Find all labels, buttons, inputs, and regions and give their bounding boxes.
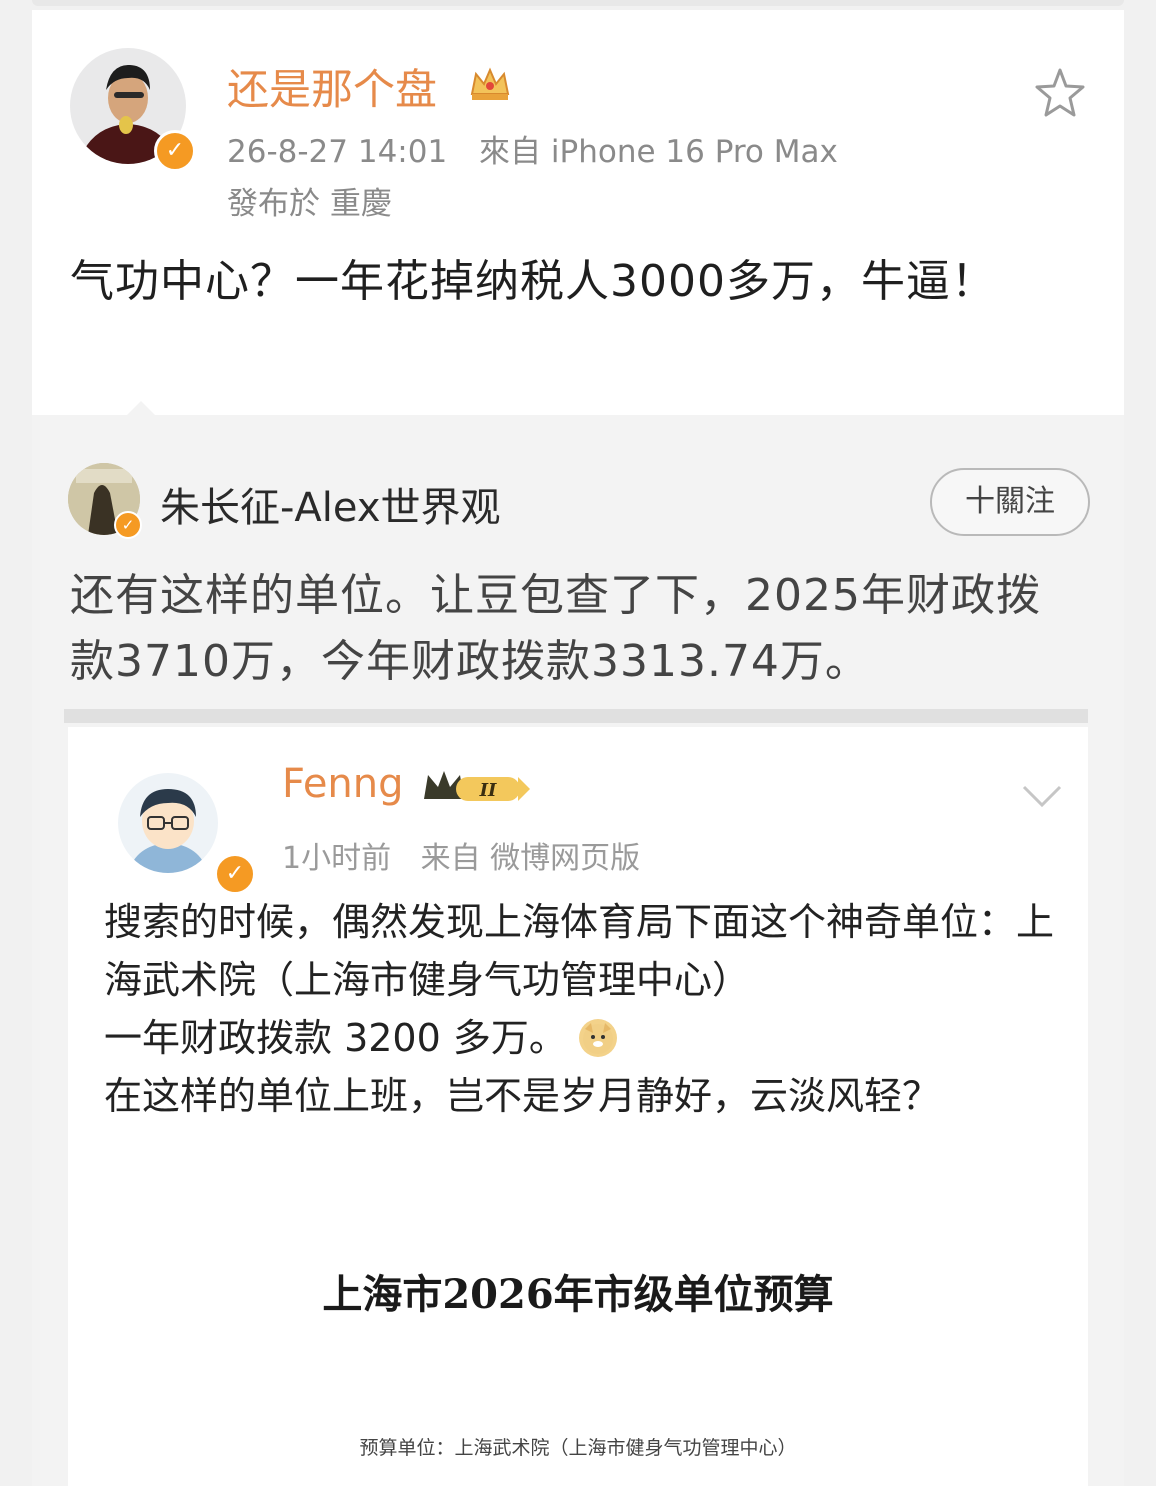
member-badge-icon: II <box>420 765 532 813</box>
repost-section: ✓ 朱长征-Alex世界观 十關注 还有这样的单位。让豆包查了下，2025年财政… <box>32 401 1124 1486</box>
quoted-author-avatar[interactable] <box>118 773 218 873</box>
document-title: 上海市2026年市级单位预算 <box>322 1271 834 1318</box>
quoted-time: 1小时前 <box>282 841 392 876</box>
post-source: 來自 iPhone 16 Pro Max <box>479 134 838 170</box>
post-body: 气功中心？一年花掉纳税人3000多万，牛逼！ <box>70 256 996 307</box>
verified-icon: ✓ <box>214 853 256 895</box>
favorite-button[interactable] <box>1032 65 1088 121</box>
post-timestamp: 26-8-27 14:01 來自 iPhone 16 Pro Max <box>227 126 838 171</box>
post-author-name[interactable]: 还是那个盘 <box>227 56 437 117</box>
quoted-line-1: 搜索的时候，偶然发现上海体育局下面这个神奇单位：上海武术院（上海市健身气功管理中… <box>104 900 1055 1002</box>
quoted-meta: 1小时前 来自 微博网页版 <box>282 833 640 877</box>
verified-icon: ✓ <box>154 130 196 172</box>
top-card-edge <box>32 0 1124 6</box>
post-time: 26-8-27 14:01 <box>227 134 448 170</box>
repost-caret <box>127 401 155 415</box>
star-icon <box>1035 68 1085 117</box>
weibo-post: ✓ 还是那个盘 26-8-27 14:01 來自 iPhone 16 Pro M… <box>32 10 1124 415</box>
verified-icon: ✓ <box>114 511 142 539</box>
post-location: 發布於 重慶 <box>227 186 392 222</box>
quoted-source: 来自 微博网页版 <box>420 841 641 876</box>
quoted-author-name[interactable]: Fenng <box>282 761 404 807</box>
quoted-body: 搜索的时候，偶然发现上海体育局下面这个神奇单位：上海武术院（上海市健身气功管理中… <box>104 893 1064 1125</box>
chevron-down-icon <box>1022 785 1062 808</box>
quoted-post-card[interactable]: ✓ Fenng II 1小时前 来自 微博网页版 搜索的时候，偶然发现上海体育局… <box>68 727 1088 1486</box>
badge-level: II <box>479 780 497 801</box>
repost-author-name[interactable]: 朱长征-Alex世界观 <box>160 475 501 533</box>
repost-body: 还有这样的单位。让豆包查了下，2025年财政拨款3710万，今年财政拨款3313… <box>70 570 1041 687</box>
more-options-button[interactable] <box>1020 781 1064 811</box>
document-subtitle: 预算单位：上海武术院（上海市健身气功管理中心） <box>359 1437 797 1459</box>
quoted-line-3: 在这样的单位上班，岂不是岁月静好，云淡风轻？ <box>104 1074 941 1118</box>
follow-button[interactable]: 十關注 <box>930 468 1090 536</box>
divider <box>64 709 1088 723</box>
crown-icon <box>468 64 512 108</box>
quoted-line-2-text: 一年财政拨款 3200 多万。 <box>104 1016 567 1060</box>
quoted-line-2: 一年财政拨款 3200 多万。 <box>104 1009 1064 1067</box>
doge-emoji-icon <box>578 1019 617 1057</box>
